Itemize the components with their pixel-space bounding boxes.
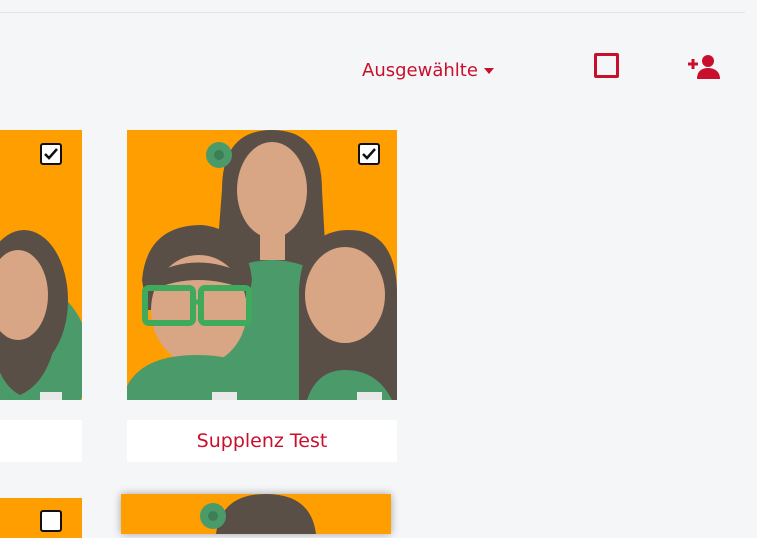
card-select-checkbox[interactable] bbox=[40, 510, 62, 532]
selected-dropdown[interactable]: Ausgewählte bbox=[362, 56, 494, 84]
card-photo[interactable] bbox=[127, 130, 397, 400]
selected-dropdown-label: Ausgewählte bbox=[362, 59, 478, 81]
card-name-text: Supplenz Test bbox=[196, 430, 328, 452]
check-icon bbox=[362, 148, 376, 160]
card-photo[interactable] bbox=[121, 494, 391, 534]
select-all-checkbox[interactable] bbox=[594, 53, 619, 78]
card-select-checkbox[interactable] bbox=[40, 143, 62, 165]
card-select-checkbox[interactable] bbox=[358, 143, 380, 165]
card-photo[interactable] bbox=[0, 130, 82, 400]
top-divider bbox=[0, 12, 745, 13]
user-plus-icon bbox=[688, 55, 720, 79]
caret-down-icon bbox=[483, 68, 494, 74]
group-avatar-icon bbox=[127, 130, 397, 400]
group-avatar-icon bbox=[0, 130, 82, 400]
group-avatar-icon bbox=[121, 494, 391, 534]
add-user-button[interactable] bbox=[684, 53, 722, 81]
check-icon bbox=[44, 148, 58, 160]
card-name-label bbox=[0, 420, 82, 462]
card-name-label: Supplenz Test bbox=[127, 420, 397, 462]
